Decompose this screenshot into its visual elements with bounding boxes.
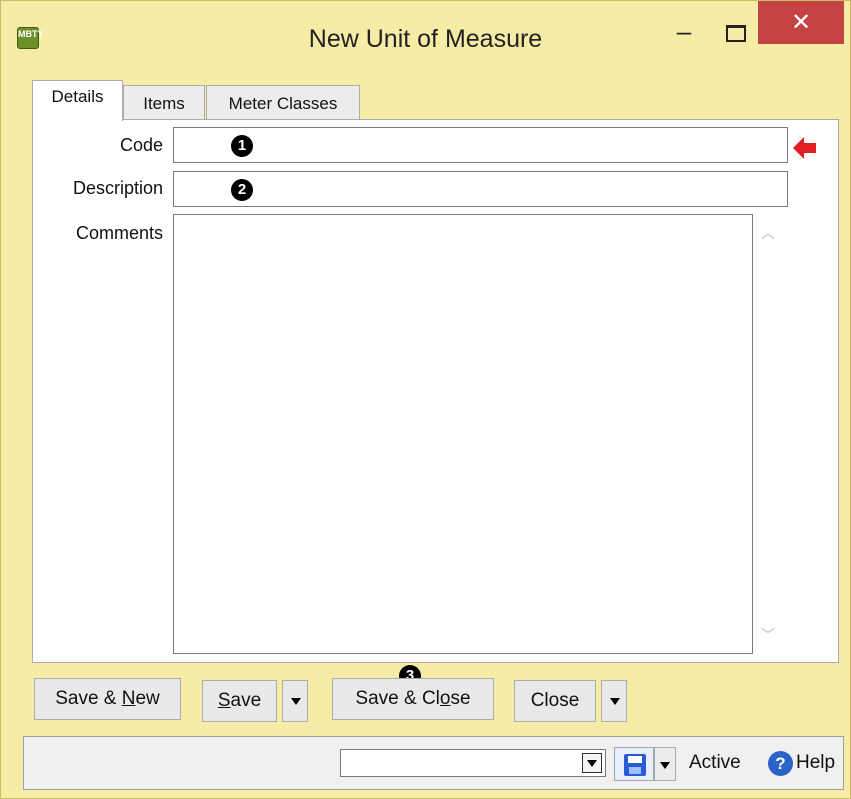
tab-meter-classes[interactable]: Meter Classes — [206, 85, 360, 120]
help-link[interactable]: Help — [796, 752, 835, 774]
description-label: Description — [72, 178, 163, 198]
status-combo[interactable] — [340, 749, 606, 777]
marker-2: 2 — [231, 179, 253, 201]
close-dropdown-button[interactable] — [601, 680, 627, 722]
save-close-button[interactable]: Save & Close — [332, 678, 494, 720]
tab-items[interactable]: Items — [123, 85, 205, 120]
comments-label: Comments — [75, 223, 163, 243]
minimize-button[interactable]: – — [661, 18, 707, 66]
save-close-label-1: Save & Cl — [355, 688, 440, 709]
close-button[interactable]: Close — [514, 680, 596, 722]
help-icon[interactable]: ? — [768, 751, 793, 776]
floppy-disk-icon — [624, 754, 646, 776]
save-new-mnemonic: N — [121, 688, 136, 709]
maximize-button[interactable] — [713, 11, 759, 56]
window: MBTY New Unit of Measure – ✕ Details Ite… — [0, 0, 851, 799]
save-new-button[interactable]: Save & New — [34, 678, 181, 720]
quick-save-button[interactable] — [614, 747, 654, 781]
combo-dropdown-icon[interactable] — [582, 753, 602, 773]
quick-save-dropdown[interactable] — [654, 747, 676, 781]
title-bar[interactable]: MBTY New Unit of Measure – ✕ — [1, 1, 850, 67]
save-label: ave — [230, 690, 262, 711]
tab-details[interactable]: Details — [32, 80, 123, 121]
save-new-label-2: ew — [135, 688, 160, 709]
save-close-mnemonic: o — [439, 688, 451, 709]
scroll-down-icon[interactable]: ﹀ — [761, 625, 775, 645]
save-mnemonic: S — [217, 690, 231, 711]
save-new-label-1: Save & — [55, 688, 122, 709]
comments-textarea[interactable] — [173, 214, 753, 654]
maximize-icon — [726, 25, 746, 42]
code-field[interactable] — [173, 127, 788, 163]
save-dropdown-button[interactable] — [282, 680, 308, 722]
code-label: Code — [119, 135, 163, 155]
active-status: Active — [689, 752, 741, 773]
save-close-label-2: se — [450, 688, 471, 709]
required-arrow-icon — [793, 137, 816, 159]
close-window-button[interactable]: ✕ — [758, 1, 844, 44]
marker-1: 1 — [231, 135, 253, 157]
status-bar: Active ? Help — [23, 736, 844, 790]
save-button[interactable]: Save — [202, 680, 277, 722]
description-field[interactable] — [173, 171, 788, 207]
scroll-up-icon[interactable]: ︿ — [761, 223, 775, 243]
